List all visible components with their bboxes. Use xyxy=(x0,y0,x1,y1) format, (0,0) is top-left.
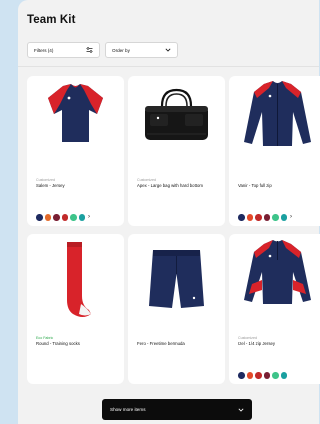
color-swatch[interactable] xyxy=(263,214,270,221)
product-image-socks xyxy=(27,234,124,330)
product-image-jacket xyxy=(229,76,320,172)
product-card[interactable]: Fero - Freetime bermuda xyxy=(128,234,225,384)
product-image-quarter-zip xyxy=(229,234,320,330)
sliders-icon xyxy=(86,47,93,53)
product-name[interactable]: Fero - Freetime bermuda xyxy=(137,341,185,347)
order-by-label: Order by xyxy=(112,47,130,53)
product-name[interactable]: Salem - Jersey xyxy=(36,183,65,189)
color-swatch[interactable] xyxy=(272,214,279,221)
order-by-dropdown[interactable]: Order by xyxy=(105,42,178,58)
product-card[interactable]: Eco Fabric Round - Training socks xyxy=(27,234,124,384)
color-swatch[interactable] xyxy=(61,214,68,221)
color-swatch[interactable] xyxy=(78,214,85,221)
product-name[interactable]: Izel - 1/4 zip Jersey xyxy=(238,341,275,347)
product-tag: Customized xyxy=(238,336,257,340)
product-name[interactable]: Apex - Large bag with hard bottom xyxy=(137,183,221,189)
product-card[interactable]: Customized Salem - Jersey › xyxy=(27,76,124,226)
color-swatch[interactable] xyxy=(280,214,287,221)
color-swatch[interactable] xyxy=(246,214,253,221)
product-name[interactable]: Vanir - Top full zip xyxy=(238,183,272,189)
product-tag: Eco Fabric xyxy=(36,336,54,340)
color-swatch[interactable] xyxy=(36,214,43,221)
product-card[interactable]: Customized Apex - Large bag with hard bo… xyxy=(128,76,225,226)
color-swatches: › xyxy=(36,214,90,221)
color-swatch[interactable] xyxy=(53,214,60,221)
product-image-bag xyxy=(128,76,225,172)
product-tag: Customized xyxy=(36,178,55,182)
color-swatch[interactable] xyxy=(280,372,287,379)
color-swatches xyxy=(238,372,287,379)
product-name[interactable]: Round - Training socks xyxy=(36,341,80,347)
color-swatch[interactable] xyxy=(255,372,262,379)
filters-button[interactable]: Filters (4) xyxy=(27,42,100,58)
chevron-down-icon xyxy=(165,48,171,52)
color-swatch[interactable] xyxy=(238,372,245,379)
show-more-label: Show more items xyxy=(110,407,146,412)
color-swatches: › xyxy=(238,214,292,221)
page-title: Team Kit xyxy=(27,14,76,26)
product-image-jersey xyxy=(27,76,124,172)
color-swatch[interactable] xyxy=(44,214,51,221)
chevron-down-icon xyxy=(238,408,244,412)
toolbar-divider xyxy=(18,66,319,67)
color-swatch[interactable] xyxy=(255,214,262,221)
product-tag: Customized xyxy=(137,178,156,182)
color-swatch[interactable] xyxy=(246,372,253,379)
product-card[interactable]: Vanir - Top full zip › xyxy=(229,76,320,226)
show-more-button[interactable]: Show more items xyxy=(102,399,252,420)
color-swatch[interactable] xyxy=(238,214,245,221)
more-colors-chevron-icon[interactable]: › xyxy=(88,214,90,220)
more-colors-chevron-icon[interactable]: › xyxy=(290,214,292,220)
color-swatch[interactable] xyxy=(263,372,270,379)
product-card[interactable]: Customized Izel - 1/4 zip Jersey xyxy=(229,234,320,384)
filters-label: Filters (4) xyxy=(34,47,54,53)
product-image-shorts xyxy=(128,234,225,330)
color-swatch[interactable] xyxy=(70,214,77,221)
color-swatch[interactable] xyxy=(272,372,279,379)
